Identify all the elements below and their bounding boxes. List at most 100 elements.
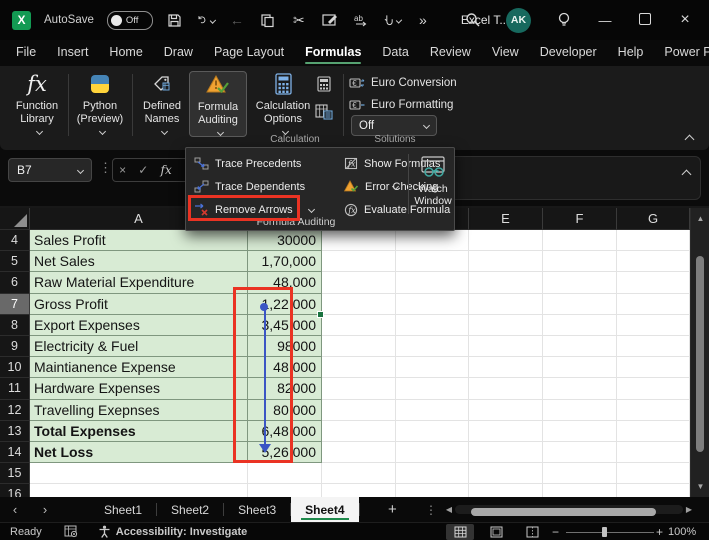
sheet-tab-sheet4-active[interactable]: Sheet4 bbox=[291, 497, 358, 522]
cell-e5[interactable] bbox=[469, 251, 543, 272]
cell-a13[interactable]: Total Expenses bbox=[30, 421, 248, 442]
row-header-5[interactable]: 5 bbox=[0, 251, 30, 272]
formula-bar-grip-icon[interactable]: ⋮ bbox=[99, 160, 112, 176]
copy-icon[interactable] bbox=[259, 11, 277, 29]
row-header-10[interactable]: 10 bbox=[0, 357, 30, 378]
cell-f6[interactable] bbox=[543, 272, 617, 293]
tab-data[interactable]: Data bbox=[382, 42, 408, 64]
close-button[interactable]: × bbox=[677, 11, 693, 29]
sheet-tab-sheet1[interactable]: Sheet1 bbox=[90, 497, 156, 522]
find-replace-icon[interactable]: ab bbox=[352, 11, 370, 29]
column-header-e[interactable]: E bbox=[469, 208, 543, 230]
cell-g7[interactable] bbox=[617, 294, 690, 315]
cell-g4[interactable] bbox=[617, 230, 690, 251]
cell-f12[interactable] bbox=[543, 400, 617, 421]
calculation-options-button[interactable]: Calculation Options bbox=[253, 71, 313, 137]
cell-a6[interactable]: Raw Material Expenditure bbox=[30, 272, 248, 293]
calculate-now-button[interactable] bbox=[313, 74, 335, 94]
cell-d16[interactable] bbox=[396, 484, 469, 497]
sheet-tab-sheet2[interactable]: Sheet2 bbox=[157, 497, 223, 522]
scroll-left-icon[interactable]: ◀ bbox=[443, 505, 455, 514]
zoom-level[interactable]: 100% bbox=[668, 526, 696, 538]
cell-c14[interactable] bbox=[322, 442, 396, 463]
cell-g9[interactable] bbox=[617, 336, 690, 357]
function-library-button[interactable]: fx Function Library bbox=[8, 71, 66, 137]
cell-c15[interactable] bbox=[322, 463, 396, 484]
tab-view[interactable]: View bbox=[492, 42, 519, 64]
cell-f7[interactable] bbox=[543, 294, 617, 315]
menu-item-trace-precedents[interactable]: Trace Precedents bbox=[194, 153, 301, 174]
row-header-15[interactable]: 15 bbox=[0, 463, 30, 484]
cell-g11[interactable] bbox=[617, 378, 690, 399]
column-header-g[interactable]: G bbox=[617, 208, 690, 230]
name-box[interactable]: B7 bbox=[8, 158, 92, 182]
cell-d8[interactable] bbox=[396, 315, 469, 336]
cell-e12[interactable] bbox=[469, 400, 543, 421]
euro-formatting-button[interactable]: € Euro Formatting bbox=[349, 96, 453, 114]
view-normal-button[interactable] bbox=[446, 524, 474, 540]
euro-conversion-button[interactable]: € Euro Conversion bbox=[349, 74, 457, 92]
horizontal-scrollbar-track[interactable] bbox=[455, 505, 683, 514]
cell-c9[interactable] bbox=[322, 336, 396, 357]
cell-d9[interactable] bbox=[396, 336, 469, 357]
cell-a16[interactable] bbox=[30, 484, 248, 497]
cell-e8[interactable] bbox=[469, 315, 543, 336]
scroll-right-icon[interactable]: ▶ bbox=[683, 505, 695, 514]
cell-b5[interactable]: 1,70,000 bbox=[248, 251, 322, 272]
accessibility-status[interactable]: Accessibility: Investigate bbox=[98, 525, 247, 538]
row-header-4[interactable]: 4 bbox=[0, 230, 30, 251]
cell-g14[interactable] bbox=[617, 442, 690, 463]
sheet-nav-right-icon[interactable]: › bbox=[30, 502, 60, 517]
cell-b15[interactable] bbox=[248, 463, 322, 484]
menu-item-watch-window[interactable]: Watch Window bbox=[412, 156, 454, 220]
cut-scissors-icon[interactable]: ✂ bbox=[290, 11, 308, 29]
horizontal-scrollbar-thumb[interactable] bbox=[471, 508, 656, 516]
maximize-button[interactable] bbox=[637, 13, 653, 28]
zoom-slider-handle[interactable] bbox=[602, 527, 607, 537]
scroll-up-icon[interactable]: ▲ bbox=[691, 214, 709, 223]
row-header-8[interactable]: 8 bbox=[0, 315, 30, 336]
cell-e4[interactable] bbox=[469, 230, 543, 251]
vertical-scrollbar[interactable]: ▲ ▼ bbox=[690, 208, 709, 497]
cell-e15[interactable] bbox=[469, 463, 543, 484]
cell-f10[interactable] bbox=[543, 357, 617, 378]
cell-c12[interactable] bbox=[322, 400, 396, 421]
cell-g8[interactable] bbox=[617, 315, 690, 336]
cell-f4[interactable] bbox=[543, 230, 617, 251]
cell-f8[interactable] bbox=[543, 315, 617, 336]
minimize-button[interactable]: — bbox=[597, 13, 613, 28]
zoom-in-icon[interactable]: + bbox=[656, 525, 663, 539]
macro-record-button[interactable] bbox=[64, 525, 78, 538]
cell-a10[interactable]: Maintianence Expense bbox=[30, 357, 248, 378]
row-header-11[interactable]: 11 bbox=[0, 378, 30, 399]
column-header-f[interactable]: F bbox=[543, 208, 617, 230]
cell-g10[interactable] bbox=[617, 357, 690, 378]
row-header-6[interactable]: 6 bbox=[0, 272, 30, 293]
calculate-sheet-button[interactable] bbox=[313, 102, 335, 122]
tab-formulas[interactable]: Formulas bbox=[305, 42, 361, 64]
solutions-off-dropdown[interactable]: Off bbox=[351, 115, 437, 136]
sheet-bar-options-icon[interactable]: ⋮ bbox=[425, 503, 437, 517]
horizontal-scrollbar[interactable]: ◀ ▶ bbox=[443, 503, 695, 516]
cell-a9[interactable]: Electricity & Fuel bbox=[30, 336, 248, 357]
tab-home[interactable]: Home bbox=[109, 42, 142, 64]
undo-dropdown-icon[interactable] bbox=[210, 17, 216, 23]
save-icon[interactable] bbox=[166, 11, 184, 29]
remove-arrows-dropdown-icon[interactable] bbox=[308, 206, 315, 213]
cell-g6[interactable] bbox=[617, 272, 690, 293]
cell-c5[interactable] bbox=[322, 251, 396, 272]
user-avatar[interactable]: AK bbox=[506, 8, 531, 33]
cell-d14[interactable] bbox=[396, 442, 469, 463]
defined-names-button[interactable]: Defined Names bbox=[135, 71, 189, 137]
new-sheet-button[interactable]: + bbox=[388, 501, 397, 518]
autosave-toggle[interactable]: Off bbox=[107, 11, 153, 30]
sheet-nav-left-icon[interactable]: ‹ bbox=[0, 502, 30, 517]
cell-g5[interactable] bbox=[617, 251, 690, 272]
tab-page-layout[interactable]: Page Layout bbox=[214, 42, 284, 64]
search-icon[interactable] bbox=[464, 11, 482, 29]
cell-f5[interactable] bbox=[543, 251, 617, 272]
cell-d7[interactable] bbox=[396, 294, 469, 315]
cell-d15[interactable] bbox=[396, 463, 469, 484]
tab-file[interactable]: File bbox=[16, 42, 36, 64]
zoom-slider-track[interactable] bbox=[566, 532, 654, 534]
